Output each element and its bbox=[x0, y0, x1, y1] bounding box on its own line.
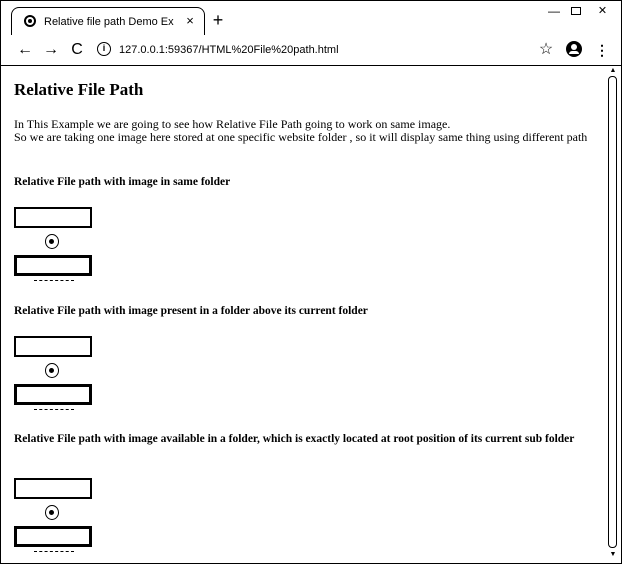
bookmark-star-icon[interactable]: ☆ bbox=[537, 40, 555, 60]
forward-arrow-icon[interactable]: → bbox=[41, 40, 61, 60]
back-arrow-icon[interactable]: ← bbox=[15, 40, 35, 60]
page-title: Relative File Path bbox=[14, 80, 144, 99]
broken-image bbox=[14, 478, 92, 499]
intro-line-1: In This Example we are going to see how … bbox=[14, 117, 451, 131]
vertical-scrollbar[interactable]: ▲ ▼ bbox=[607, 66, 619, 561]
image-caption-line bbox=[34, 280, 74, 283]
intro-paragraph: In This Example we are going to see how … bbox=[14, 118, 599, 144]
image-caption-line bbox=[34, 551, 74, 554]
address-bar[interactable]: 127.0.0.1:59367/HTML%20File%20path.html bbox=[119, 42, 369, 58]
broken-image bbox=[14, 526, 92, 547]
broken-image bbox=[14, 207, 92, 228]
tab-close-icon[interactable]: × bbox=[182, 13, 198, 29]
broken-image bbox=[14, 255, 92, 276]
active-tab[interactable]: Relative file path Demo Example × bbox=[11, 7, 205, 35]
new-tab-button[interactable]: + bbox=[209, 11, 227, 29]
intro-line-2: So we are taking one image here stored a… bbox=[14, 130, 588, 144]
scroll-up-arrow-icon[interactable]: ▲ bbox=[607, 66, 619, 76]
maximize-icon[interactable] bbox=[571, 7, 581, 15]
tab-strip: Relative file path Demo Example × + — ✕ bbox=[1, 1, 621, 35]
image-caption-line bbox=[34, 409, 74, 412]
broken-image bbox=[14, 336, 92, 357]
page-content: Relative File Path In This Example we ar… bbox=[1, 66, 607, 561]
browser-menu-icon[interactable]: ⋮ bbox=[595, 40, 609, 60]
section-heading-root-folder: Relative File path with image available … bbox=[14, 433, 575, 445]
image-placeholder-icon bbox=[45, 505, 59, 520]
close-window-icon[interactable]: ✕ bbox=[587, 4, 617, 18]
section-heading-folder-above: Relative File path with image present in… bbox=[14, 305, 368, 317]
minimize-icon[interactable]: — bbox=[547, 4, 561, 18]
image-placeholder-icon bbox=[45, 363, 59, 378]
tab-title: Relative file path Demo Example bbox=[44, 16, 174, 28]
scroll-down-arrow-icon[interactable]: ▼ bbox=[607, 550, 619, 560]
profile-avatar-icon[interactable] bbox=[566, 41, 582, 57]
reload-icon[interactable]: C bbox=[67, 40, 87, 60]
scrollbar-thumb[interactable] bbox=[608, 76, 617, 548]
browser-window: Relative file path Demo Example × + — ✕ … bbox=[0, 0, 622, 564]
section-heading-same-folder: Relative File path with image in same fo… bbox=[14, 176, 231, 188]
broken-image bbox=[14, 384, 92, 405]
browser-toolbar: ← → C i 127.0.0.1:59367/HTML%20File%20pa… bbox=[1, 35, 621, 66]
globe-icon bbox=[24, 15, 36, 27]
site-info-icon[interactable]: i bbox=[97, 42, 111, 56]
image-placeholder-icon bbox=[45, 234, 59, 249]
